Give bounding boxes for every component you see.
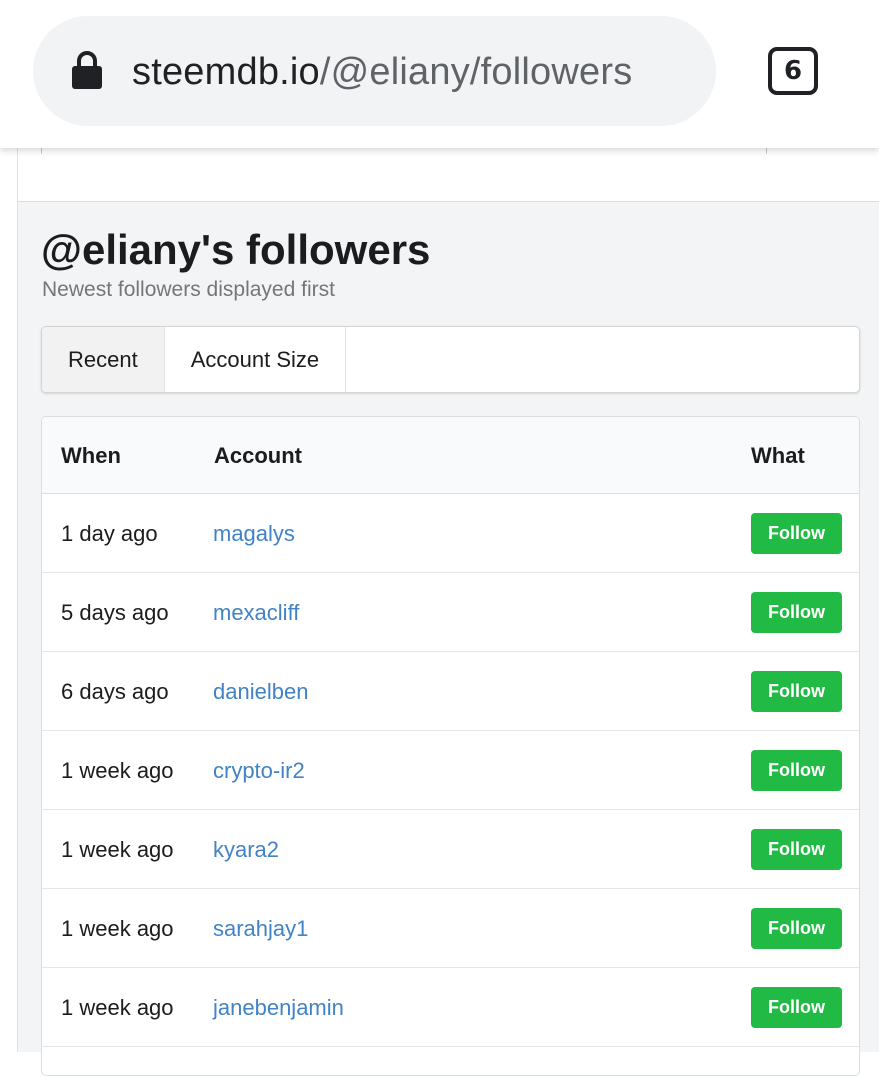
row-when: 1 week ago <box>61 915 174 941</box>
row-when: 1 week ago <box>61 994 174 1020</box>
column-header-when: When <box>61 442 121 468</box>
page-title: @eliany's followers <box>41 226 431 273</box>
row-account-link[interactable]: crypto-ir2 <box>213 731 305 810</box>
divider <box>766 148 767 154</box>
url-text[interactable]: steemdb.io/@eliany/followers <box>132 47 632 97</box>
column-header-account: Account <box>214 442 302 468</box>
divider <box>41 148 42 154</box>
table-row: 1 week ago kyara2 Follow <box>42 810 859 889</box>
column-header-what: What <box>751 442 805 468</box>
row-account-link[interactable]: magalys <box>213 494 295 573</box>
followers-table: When Account What 1 day ago magalys Foll… <box>41 416 860 1076</box>
row-account-link[interactable]: kyara2 <box>213 810 279 889</box>
row-when: 6 days ago <box>61 678 169 704</box>
tab-count: 6 <box>783 56 803 86</box>
follow-badge: Follow <box>751 671 842 712</box>
table-row: 1 week ago sarahjay1 Follow <box>42 889 859 968</box>
follow-badge: Follow <box>751 829 842 870</box>
row-account-link[interactable]: danielben <box>213 652 308 731</box>
row-when: 1 week ago <box>61 757 174 783</box>
page: @eliany's followers Newest followers dis… <box>0 148 879 1076</box>
row-account-link[interactable]: sarahjay1 <box>213 889 308 968</box>
table-header: When Account What <box>42 417 859 494</box>
row-when: 5 days ago <box>61 599 169 625</box>
row-account-link[interactable]: janebenjamin <box>213 968 344 1047</box>
tab-recent[interactable]: Recent <box>42 327 165 392</box>
table-row: 1 day ago magalys Follow <box>42 494 859 573</box>
follow-badge: Follow <box>751 592 842 633</box>
follow-badge: Follow <box>751 987 842 1028</box>
url-path: /@eliany/followers <box>319 51 633 93</box>
table-row: 6 days ago danielben Follow <box>42 652 859 731</box>
tab-switcher-button[interactable]: 6 <box>768 47 818 95</box>
row-when: 1 week ago <box>61 836 174 862</box>
table-row: 1 week ago crypto-ir2 Follow <box>42 731 859 810</box>
follow-badge: Follow <box>751 513 842 554</box>
row-when: 1 day ago <box>61 520 158 546</box>
follow-badge: Follow <box>751 750 842 791</box>
previous-section <box>17 148 879 202</box>
url-host: steemdb.io <box>132 51 320 93</box>
follow-badge: Follow <box>751 908 842 949</box>
browser-toolbar: steemdb.io/@eliany/followers 6 <box>0 0 879 148</box>
table-row: 1 week ago janebenjamin Follow <box>42 968 859 1047</box>
page-subtitle: Newest followers displayed first <box>42 278 335 301</box>
lock-icon <box>72 51 102 89</box>
sort-menu: Recent Account Size <box>41 326 860 393</box>
tab-account-size[interactable]: Account Size <box>165 327 347 392</box>
row-account-link[interactable]: mexacliff <box>213 573 299 652</box>
followers-section: @eliany's followers Newest followers dis… <box>17 202 879 1076</box>
table-row: 5 days ago mexacliff Follow <box>42 573 859 652</box>
